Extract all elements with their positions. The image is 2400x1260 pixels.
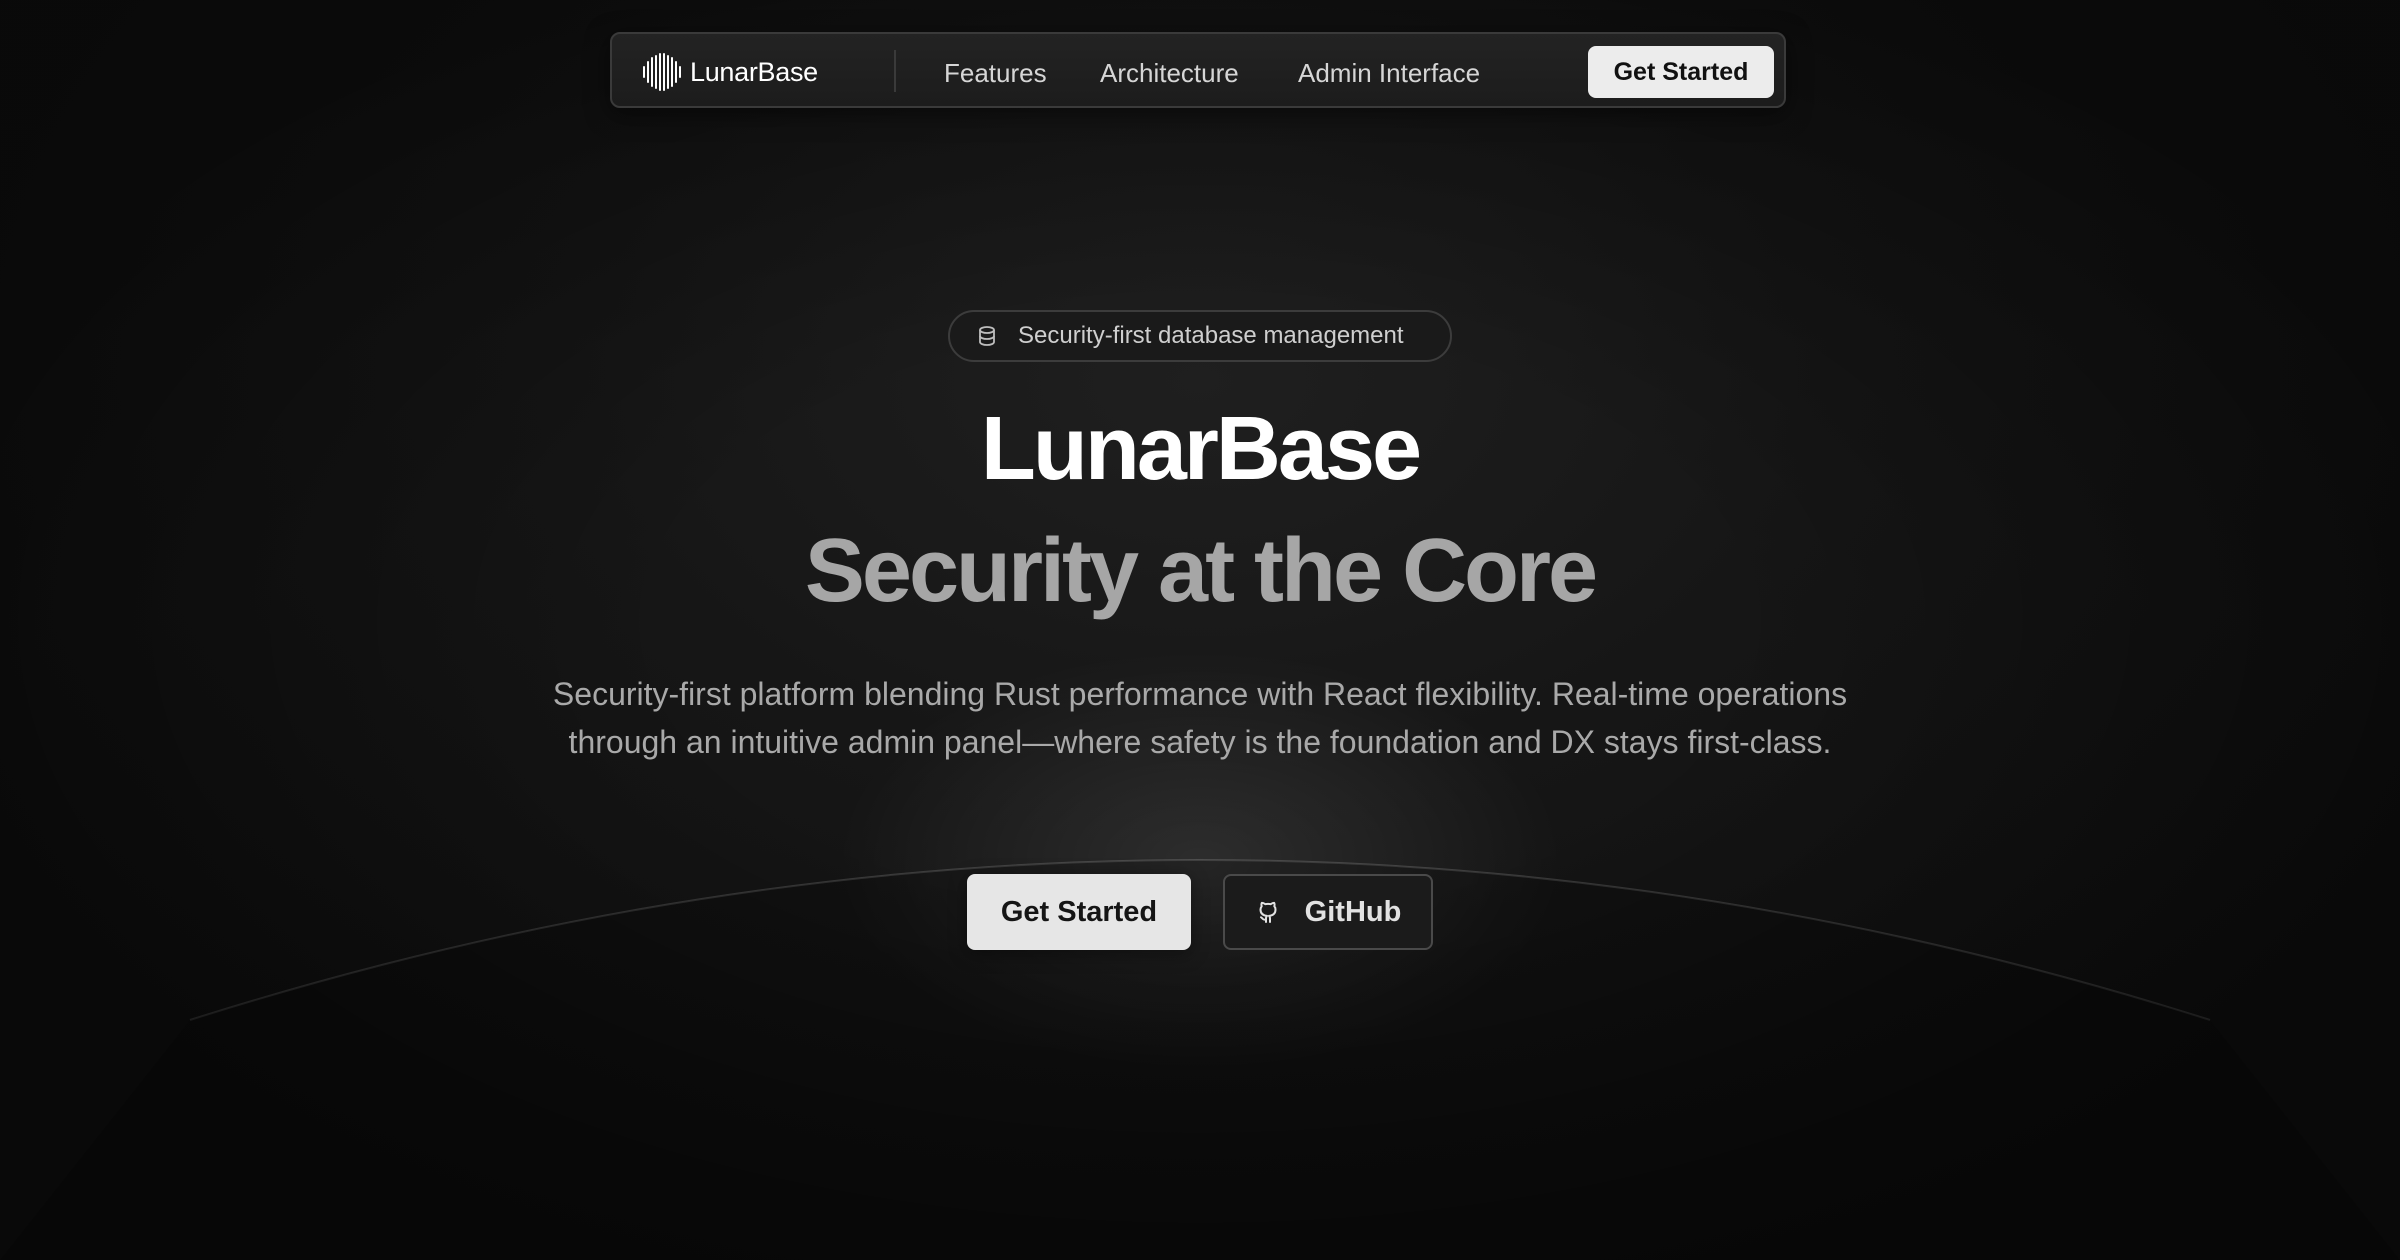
hero-title: LunarBase <box>980 399 1422 499</box>
github-button-label: GitHub <box>1304 895 1402 928</box>
brand-logo[interactable]: LunarBase <box>642 52 818 92</box>
nav-divider <box>894 50 896 92</box>
nav-link-architecture[interactable]: Architecture <box>1100 58 1239 89</box>
nav-link-admin-interface[interactable]: Admin Interface <box>1298 58 1480 89</box>
hero-tagline: Security at the Core <box>804 521 1598 621</box>
github-icon <box>1259 901 1277 923</box>
top-navbar: LunarBase Features Architecture Admin In… <box>610 32 1786 108</box>
hero-get-started-button[interactable]: Get Started <box>967 874 1191 950</box>
badge-text: Security-first database management <box>1018 322 1404 349</box>
background-vignette <box>0 0 2400 1260</box>
hero-github-button[interactable]: GitHub <box>1223 874 1433 950</box>
nav-link-features[interactable]: Features <box>944 58 1047 89</box>
nav-get-started-button[interactable]: Get Started <box>1588 46 1774 98</box>
hero-badge: Security-first database management <box>948 310 1452 362</box>
waveform-logo-icon <box>643 53 681 91</box>
hero-subtitle: Security-first platform blending Rust pe… <box>552 676 1848 760</box>
brand-name: LunarBase <box>690 56 818 87</box>
database-icon <box>979 326 995 346</box>
